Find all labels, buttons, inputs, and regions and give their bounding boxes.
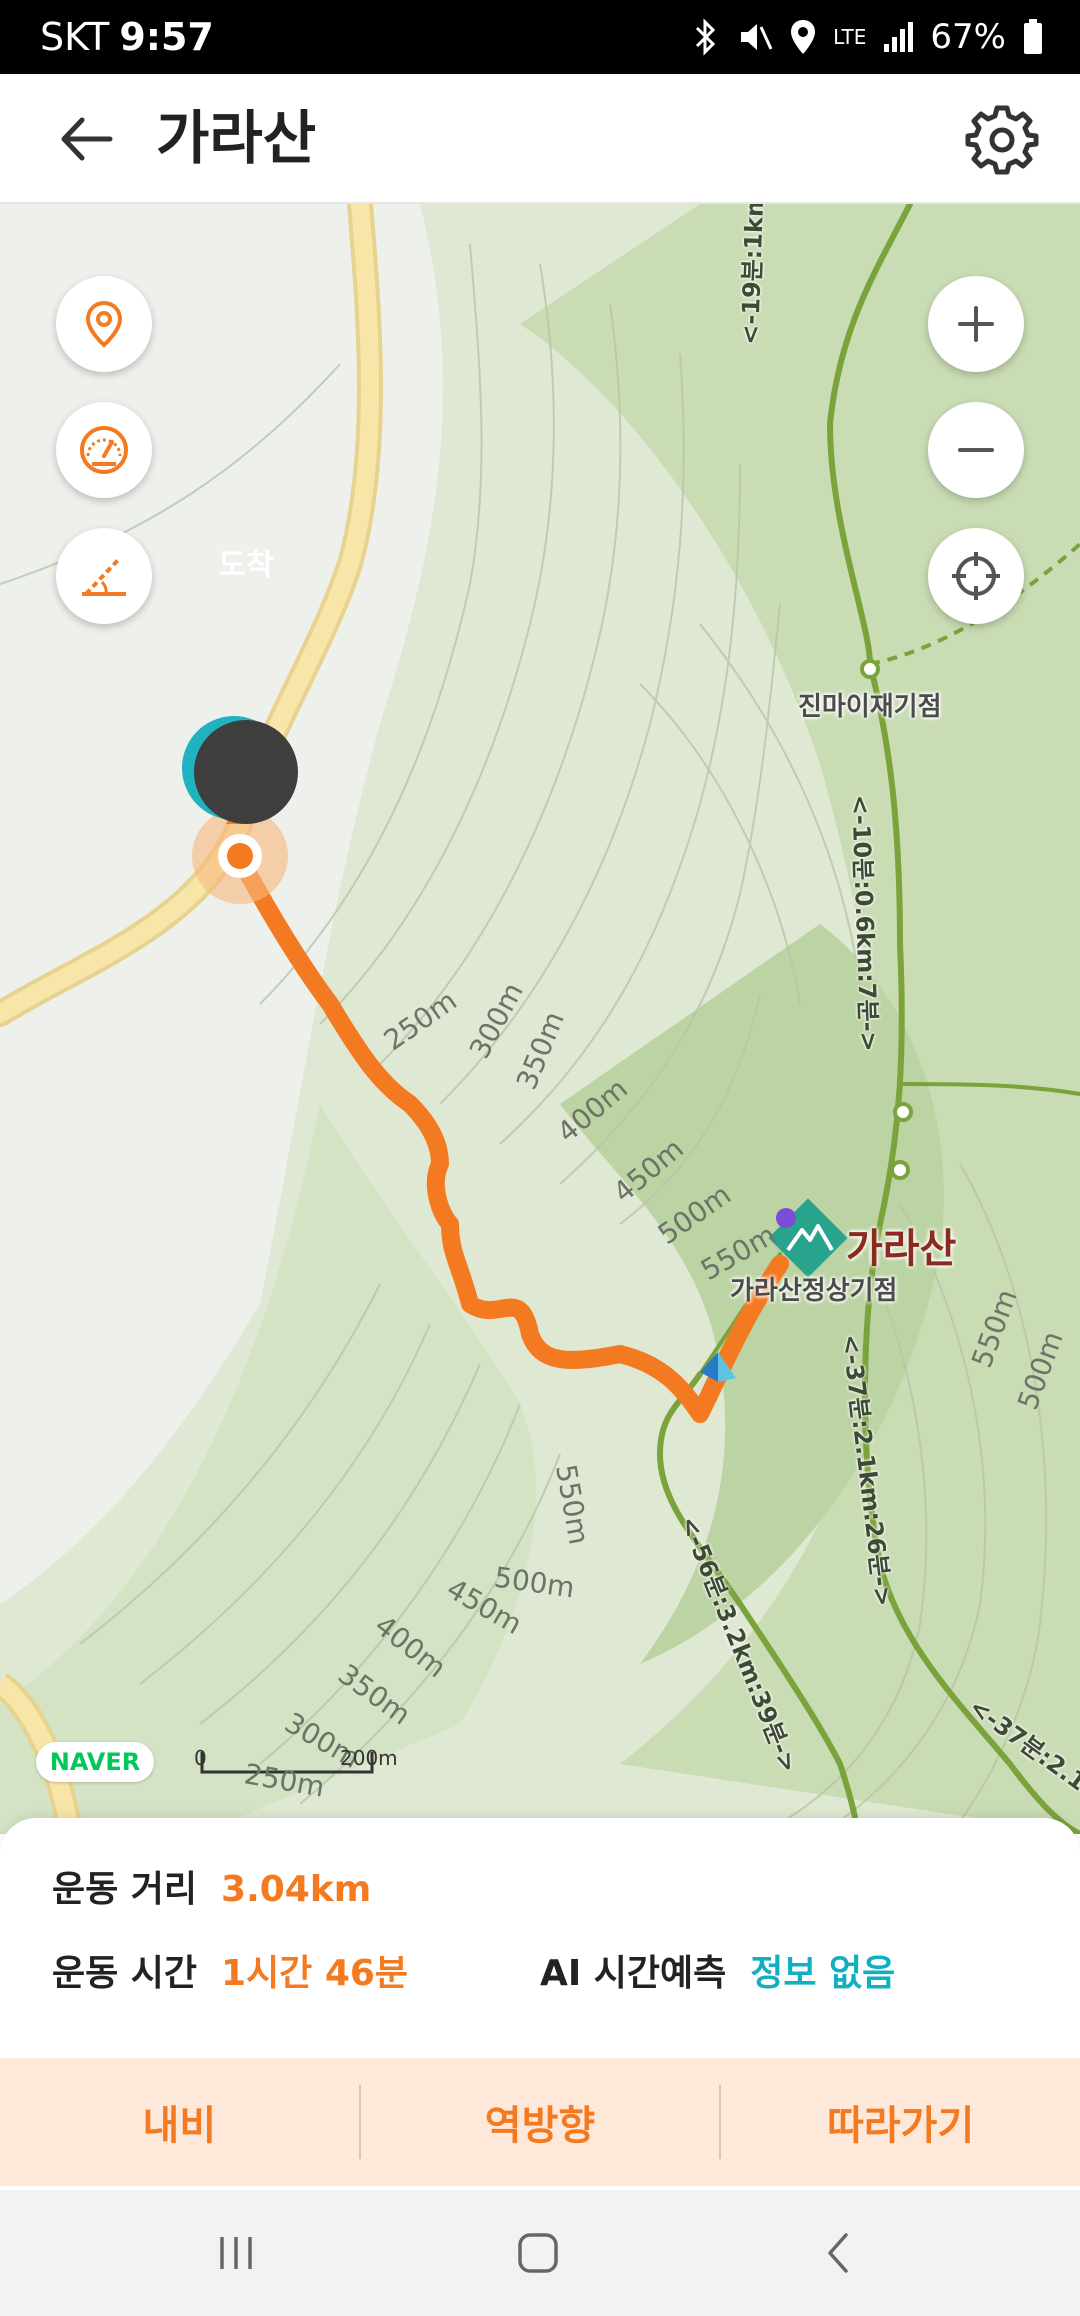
navi-button[interactable]: 내비 [0, 2058, 359, 2186]
current-location-button[interactable] [928, 528, 1024, 624]
scale-end: 200m [340, 1746, 398, 1770]
location-pin-icon [85, 300, 123, 348]
speed-button[interactable] [56, 402, 152, 498]
zoom-out-button[interactable] [928, 402, 1024, 498]
clock: 9:57 [119, 15, 214, 59]
recent-apps-icon [220, 2237, 252, 2269]
zoom-out-icon [958, 448, 994, 452]
peak-label[interactable]: 가라산 [846, 1216, 956, 1274]
app-header: 가라산 [0, 74, 1080, 204]
map-view[interactable]: 도착 진마이재기점 가라산 가라산정상기점 <-19분:1km:13분-> <-… [0, 204, 1080, 1834]
status-left: SKT 9:57 [40, 0, 214, 74]
back-arrow-icon [61, 117, 113, 161]
crosshair-icon [952, 552, 1000, 600]
back-icon [828, 2233, 848, 2273]
follow-button[interactable]: 따라가기 [721, 2058, 1080, 2186]
battery-icon [1024, 19, 1042, 54]
zoom-in-button[interactable] [928, 276, 1024, 372]
scale-start: 0 [194, 1746, 207, 1770]
time-row: 운동 시간 1시간 46분 [52, 1944, 408, 1996]
system-nav-bar [0, 2190, 1080, 2316]
arrival-marker[interactable]: 도착 [210, 530, 282, 602]
mute-icon [741, 24, 773, 50]
place-label: 진마이재기점 [798, 692, 942, 722]
battery-percent: 67% [930, 17, 1006, 57]
gear-icon [965, 105, 1039, 175]
action-bar: 내비 역방향 따라가기 [0, 2058, 1080, 2186]
back-button[interactable] [50, 104, 130, 174]
info-panel: 운동 거리 3.04km 운동 시간 1시간 46분 AI 시간예측 정보 없음 [0, 1818, 1080, 2058]
page-title: 가라산 [156, 104, 317, 172]
bluetooth-icon [696, 18, 716, 56]
distance-value: 3.04km [221, 1869, 372, 1910]
slope-icon [82, 558, 126, 596]
status-bar: SKT 9:57 LTE 67% [0, 0, 1080, 74]
slope-button[interactable] [56, 528, 152, 624]
reverse-button[interactable]: 역방향 [361, 2058, 720, 2186]
ai-label: AI 시간예측 [540, 1953, 727, 1994]
ai-row: AI 시간예측 정보 없음 [540, 1944, 895, 1996]
system-back-button[interactable] [800, 2220, 880, 2286]
settings-button[interactable] [964, 102, 1040, 178]
recent-apps-button[interactable] [196, 2220, 276, 2286]
signal-icon [884, 22, 914, 52]
place-label: 가라산정상기점 [730, 1276, 898, 1306]
status-right: LTE 67% [691, 0, 1044, 74]
location-icon [791, 20, 816, 54]
location-button[interactable] [56, 276, 152, 372]
speedometer-icon [80, 426, 128, 474]
home-icon [518, 2233, 558, 2273]
zoom-in-icon [958, 306, 994, 342]
network-type: LTE [833, 25, 867, 49]
naver-logo: NAVER [36, 1742, 154, 1782]
home-button[interactable] [498, 2220, 578, 2286]
distance-label: 운동 거리 [52, 1869, 198, 1910]
distance-row: 운동 거리 3.04km [52, 1860, 371, 1912]
time-value: 1시간 46분 [221, 1953, 409, 1994]
ai-value: 정보 없음 [750, 1953, 896, 1994]
time-label: 운동 시간 [52, 1953, 198, 1994]
carrier: SKT [40, 15, 110, 59]
